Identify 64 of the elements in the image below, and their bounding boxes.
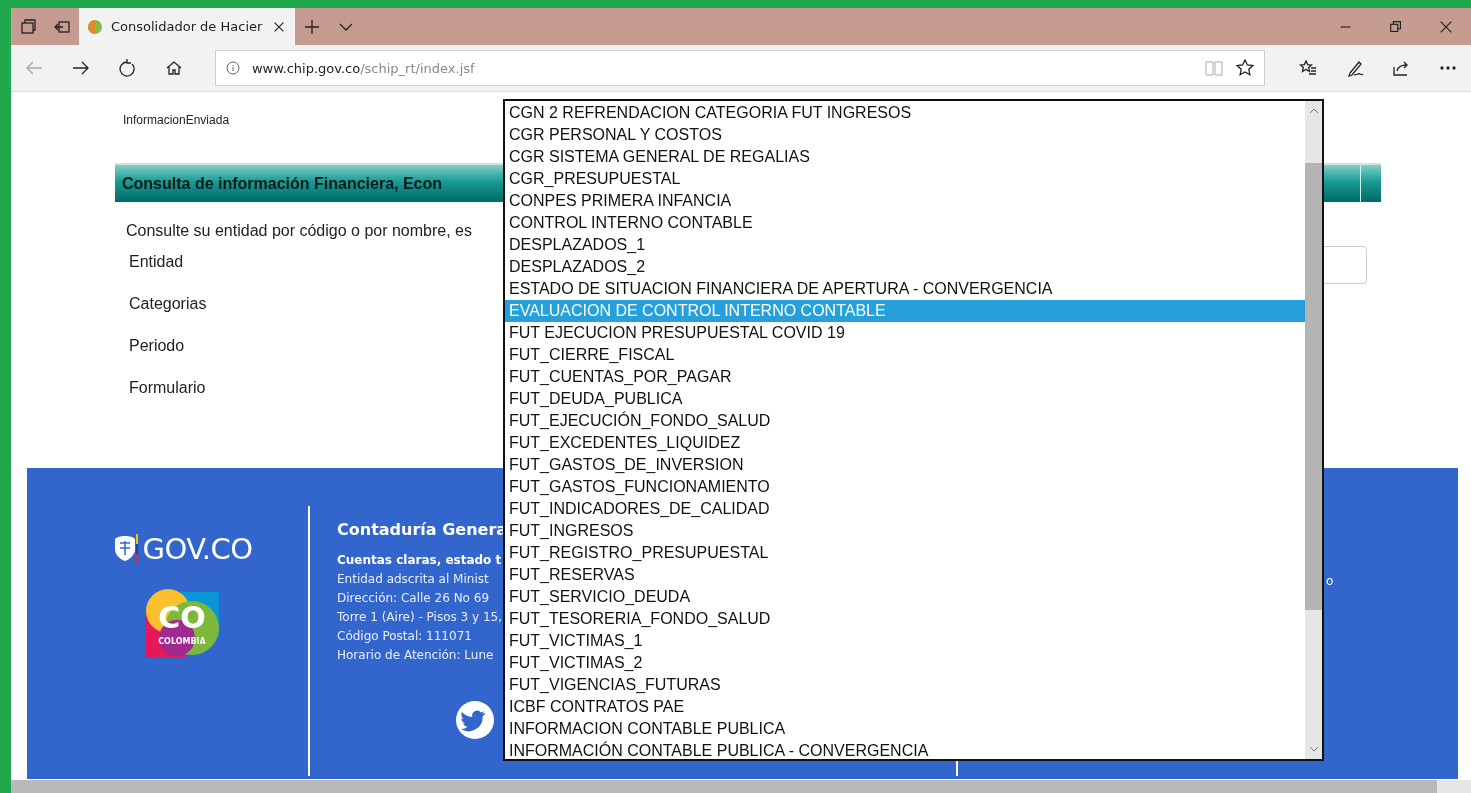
dropdown-option[interactable]: CONTROL INTERNO CONTABLE — [505, 212, 1305, 234]
pen-icon[interactable] — [1345, 59, 1364, 77]
dropdown-option[interactable]: CONPES PRIMERA INFANCIA — [505, 190, 1305, 212]
dropdown-option[interactable]: FUT_EJECUCIÓN_FONDO_SALUD — [505, 410, 1305, 432]
footer-info-text: Dirección: Calle 26 No 69 — [337, 591, 490, 605]
footer-info-text: Torre 1 (Aire) - Pisos 3 y 15, — [337, 610, 502, 624]
footer-tagline: Cuentas claras, estado t — [337, 553, 502, 567]
refresh-icon[interactable] — [118, 59, 137, 77]
footer-info-text: o — [1326, 574, 1334, 588]
home-icon[interactable] — [164, 59, 183, 77]
dropdown-option[interactable]: CGR SISTEMA GENERAL DE REGALIAS — [505, 146, 1305, 168]
address-bar[interactable]: www.chip.gov.co/schip_rt/index.jsf — [214, 50, 1266, 86]
coat-of-arms-icon — [112, 533, 139, 565]
dropdown-option[interactable]: ESTADO DE SITUACION FINANCIERA DE APERTURA - CONVERGENCIA — [505, 278, 1305, 300]
dropdown-option[interactable]: ICBF CONTRATOS PAE — [505, 696, 1305, 718]
forward-icon[interactable] — [70, 59, 91, 77]
dropdown-option[interactable]: FUT_GASTOS_DE_INVERSION — [505, 454, 1305, 476]
dropdown-option[interactable]: FUT EJECUCION PRESUPUESTAL COVID 19 — [505, 322, 1305, 344]
dropdown-option[interactable]: CGR PERSONAL Y COSTOS — [505, 124, 1305, 146]
dropdown-option[interactable]: INFORMACION CONTABLE PUBLICA — [505, 718, 1305, 740]
dropdown-option[interactable]: INFORMACIÓN CONTABLE PUBLICA - CONVERGENCIA — [505, 740, 1305, 762]
twitter-icon[interactable] — [455, 700, 495, 740]
dropdown-option[interactable]: FUT_GASTOS_FUNCIONAMIENTO — [505, 476, 1305, 498]
form-label: Formulario — [129, 379, 207, 397]
site-favicon-icon — [87, 18, 103, 35]
dropdown-option[interactable]: FUT_TESORERIA_FONDO_SALUD — [505, 608, 1305, 630]
scroll-up-icon[interactable] — [1308, 108, 1319, 114]
govco-logo-text: GOV.CO — [142, 532, 253, 566]
form-label: Entidad — [129, 253, 185, 271]
dropdown-option[interactable]: CGR_PRESUPUESTAL — [505, 168, 1305, 190]
horizontal-scrollbar[interactable] — [11, 780, 1471, 793]
restore-icon[interactable] — [1388, 18, 1404, 35]
footer-info-text: Horario de Atención: Lune — [337, 648, 494, 662]
form-label: Categorias — [129, 295, 208, 313]
dropdown-option[interactable]: FUT_INDICADORES_DE_CALIDAD — [505, 498, 1305, 520]
footer-info-text: Entidad adscrita al Minist — [337, 572, 489, 586]
info-icon — [225, 61, 240, 75]
footer-info-text: Código Postal: 111071 — [337, 629, 472, 643]
favorites-icon[interactable] — [1299, 59, 1318, 77]
dropdown-option[interactable]: FUT_VICTIMAS_1 — [505, 630, 1305, 652]
new-tab-icon[interactable] — [303, 17, 321, 36]
dropdown-option[interactable]: DESPLAZADOS_2 — [505, 256, 1305, 278]
star-icon[interactable] — [1236, 59, 1255, 77]
browser-tab[interactable]: Consolidador de Hacier — [79, 8, 295, 45]
dropdown-option[interactable]: FUT_SERVICIO_DEUDA — [505, 586, 1305, 608]
dropdown-option[interactable]: FUT_INGRESOS — [505, 520, 1305, 542]
tabs-icon[interactable] — [19, 17, 37, 36]
dropdown-option[interactable]: FUT_VIGENCIAS_FUTURAS — [505, 674, 1305, 696]
form-label: Periodo — [129, 337, 186, 355]
scroll-down-icon[interactable] — [1308, 746, 1319, 752]
dropdown-option[interactable]: DESPLAZADOS_1 — [505, 234, 1305, 256]
dropdown-option[interactable]: FUT_REGISTRO_PRESUPUESTAL — [505, 542, 1305, 564]
instructions-text: Consulte su entidad por código o por nombre, es — [126, 222, 472, 240]
section-title: Consulta de información Financiera, Econ — [121, 174, 443, 193]
vertical-scrollbar[interactable] — [1305, 101, 1322, 759]
form-dropdown-list[interactable] — [503, 99, 1324, 761]
dropdown-option[interactable]: FUT_RESERVAS — [505, 564, 1305, 586]
dropdown-option[interactable]: FUT_DEUDA_PUBLICA — [505, 388, 1305, 410]
dropdown-option[interactable]: FUT_EXCEDENTES_LIQUIDEZ — [505, 432, 1305, 454]
dropdown-option[interactable]: CGN 2 REFRENDACION CATEGORIA FUT INGRESOS — [505, 102, 1305, 124]
dropdown-option[interactable]: FUT_VICTIMAS_2 — [505, 652, 1305, 674]
sent-information-link[interactable]: InformacionEnviada — [123, 113, 230, 127]
dropdown-option[interactable]: FUT_CIERRE_FISCAL — [505, 344, 1305, 366]
dropdown-option[interactable]: FUT_CUENTAS_POR_PAGAR — [505, 366, 1305, 388]
